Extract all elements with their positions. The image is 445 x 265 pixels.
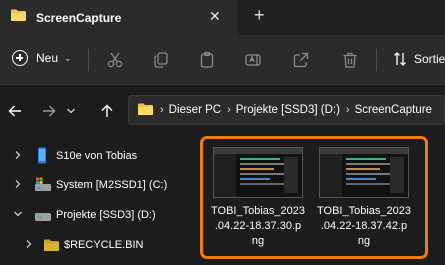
highlight-frame (200, 136, 428, 259)
navigation-pane: S10e von Tobias System [M2SSD1] (C:) Pro… (0, 140, 195, 265)
drive-icon (34, 208, 52, 225)
toolbar-divider (376, 49, 377, 71)
sort-label: Sortie (414, 52, 445, 66)
recent-chevron-icon[interactable] (66, 104, 76, 123)
system-drive-icon (34, 177, 52, 195)
forward-arrow-icon[interactable] (42, 104, 56, 123)
sidebar-item-recycle-bin[interactable]: $RECYCLE.BIN (0, 232, 195, 258)
sidebar-item-label: S10e von Tobias (56, 150, 138, 162)
plus-circle-icon (12, 50, 28, 66)
cut-icon[interactable] (106, 51, 124, 74)
chevron-down-icon: ⌄ (64, 52, 72, 63)
rename-icon[interactable] (244, 51, 262, 74)
tab-screencapture[interactable]: ScreenCapture ✕ (0, 0, 237, 35)
toolbar-divider (88, 49, 89, 71)
breadcrumb-separator: › (227, 104, 231, 116)
folder-icon (43, 238, 60, 255)
sidebar-item-label: $RECYCLE.BIN (64, 239, 144, 251)
chevron-right-icon[interactable] (14, 179, 22, 192)
breadcrumb-this-pc[interactable]: Dieser PC (169, 104, 221, 116)
folder-icon (10, 8, 27, 27)
sidebar-item-projekte-drive[interactable]: Projekte [SSD3] (D:) (0, 202, 195, 228)
sort-icon (394, 52, 406, 66)
address-bar[interactable]: › Dieser PC › Projekte [SSD3] (D:) › Scr… (128, 95, 445, 125)
paste-icon[interactable] (198, 51, 216, 74)
chevron-right-icon[interactable] (14, 150, 22, 163)
sidebar-item-system-drive[interactable]: System [M2SSD1] (C:) (0, 172, 195, 198)
back-arrow-icon[interactable] (8, 104, 22, 123)
chevron-right-icon[interactable] (25, 239, 33, 252)
up-arrow-icon[interactable] (100, 104, 114, 123)
sidebar-item-phone[interactable]: S10e von Tobias (0, 143, 195, 169)
delete-icon[interactable] (341, 51, 359, 74)
new-button-label: Neu (36, 51, 59, 65)
chevron-down-icon[interactable] (13, 210, 23, 221)
close-tab-icon[interactable]: ✕ (209, 8, 221, 25)
breadcrumb-separator: › (160, 104, 164, 116)
phone-icon (37, 147, 47, 167)
breadcrumb-separator: › (345, 104, 350, 116)
breadcrumb-current-folder[interactable]: ScreenCapture (355, 104, 432, 116)
sidebar-item-label: System [M2SSD1] (C:) (56, 179, 168, 191)
copy-icon[interactable] (152, 51, 170, 74)
tab-title: ScreenCapture (36, 10, 122, 25)
new-tab-button[interactable]: + (254, 5, 265, 26)
share-icon[interactable] (292, 51, 310, 74)
title-bar: ScreenCapture ✕ + (0, 0, 445, 35)
breadcrumb-drive[interactable]: Projekte [SSD3] (D:) (236, 104, 340, 116)
sort-button[interactable]: Sortie (393, 51, 445, 67)
folder-icon (137, 102, 154, 119)
new-button[interactable]: Neu ⌄ (12, 50, 72, 66)
command-bar: Neu ⌄ Sortie (0, 35, 445, 85)
sidebar-item-label: Projekte [SSD3] (D:) (56, 209, 156, 221)
